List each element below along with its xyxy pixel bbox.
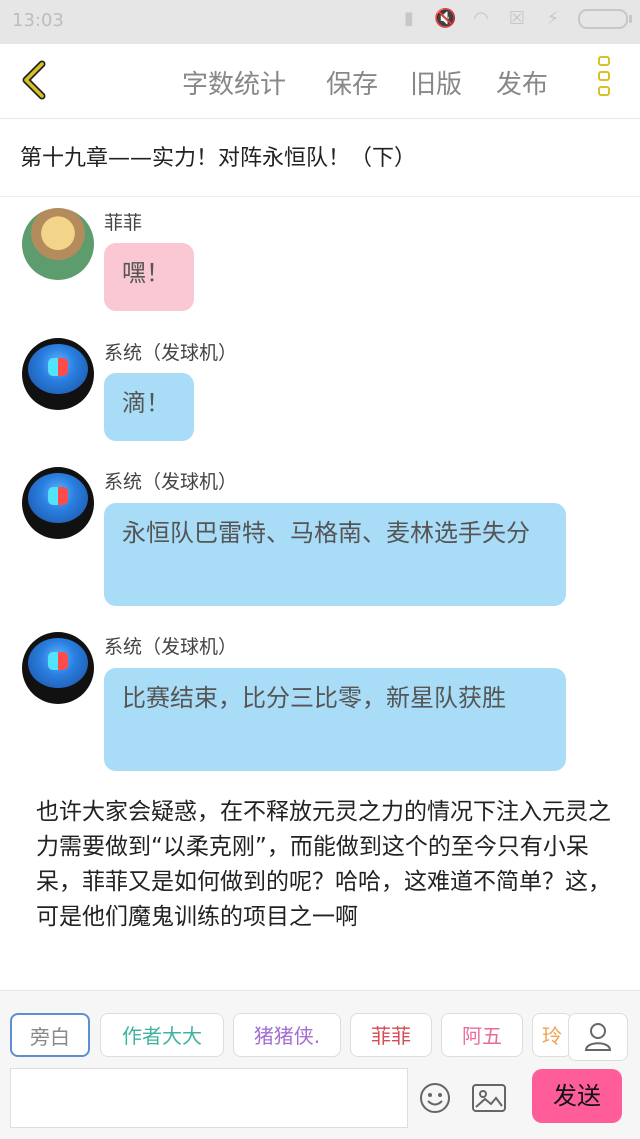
avatar[interactable]: [22, 208, 94, 280]
character-tag-narrator[interactable]: 旁白: [10, 1013, 90, 1057]
avatar[interactable]: [22, 338, 94, 410]
message-bubble[interactable]: 比赛结束，比分三比零，新星队获胜: [104, 668, 566, 771]
top-bar: 字数统计 保存 旧版 发布: [0, 44, 640, 119]
back-icon[interactable]: [14, 58, 58, 102]
emoji-icon[interactable]: [419, 1082, 451, 1114]
character-tag-ling[interactable]: 玲: [532, 1013, 572, 1057]
old-version-button[interactable]: 旧版: [410, 64, 462, 101]
chapter-title[interactable]: 第十九章——实力！对阵永恒队！（下）: [20, 140, 416, 172]
message-sender-name: 系统（发球机）: [104, 636, 238, 658]
narration-text[interactable]: 也许大家会疑惑，在不释放元灵之力的情况下注入元灵之力需要做到“以柔克刚”，而能做…: [36, 795, 611, 935]
message-bubble[interactable]: 滴！: [104, 373, 194, 441]
user-icon: [584, 1023, 612, 1051]
avatar[interactable]: [22, 467, 94, 539]
word-count-button[interactable]: 字数统计: [182, 64, 286, 101]
avatar[interactable]: [22, 632, 94, 704]
message-sender-name: 系统（发球机）: [104, 471, 238, 493]
sim-icon: ☒: [508, 8, 526, 29]
publish-button[interactable]: 发布: [496, 64, 548, 101]
message-sender-name: 系统（发球机）: [104, 342, 238, 364]
image-icon[interactable]: [472, 1084, 506, 1112]
more-menu-icon[interactable]: [598, 56, 614, 106]
character-tag-feifei[interactable]: 菲菲: [350, 1013, 432, 1057]
character-tag-author[interactable]: 作者大大: [100, 1013, 224, 1057]
status-bar: 13:03 ▮ 🔇 ◠ ☒ ⚡: [0, 0, 640, 44]
charging-icon: ⚡: [546, 8, 560, 29]
divider: [0, 196, 640, 197]
wifi-icon: ◠: [473, 8, 489, 29]
status-icons: ▮ 🔇 ◠ ☒ ⚡: [398, 8, 632, 30]
message-sender-name: 菲菲: [104, 212, 143, 234]
send-button[interactable]: 发送: [532, 1069, 622, 1123]
message-bubble[interactable]: 嘿！: [104, 243, 194, 311]
status-time: 13:03: [12, 10, 64, 31]
battery-icon: [578, 9, 632, 29]
message-input[interactable]: [10, 1068, 408, 1128]
message-bubble[interactable]: 永恒队巴雷特、马格南、麦林选手失分: [104, 503, 566, 606]
character-tag-pig[interactable]: 猪猪侠.: [233, 1013, 341, 1057]
mute-icon: 🔇: [434, 8, 457, 29]
character-tag-awu[interactable]: 阿五: [441, 1013, 523, 1057]
save-button[interactable]: 保存: [326, 64, 378, 101]
signal-icon: ▮: [404, 8, 414, 29]
add-character-button[interactable]: [568, 1013, 628, 1061]
